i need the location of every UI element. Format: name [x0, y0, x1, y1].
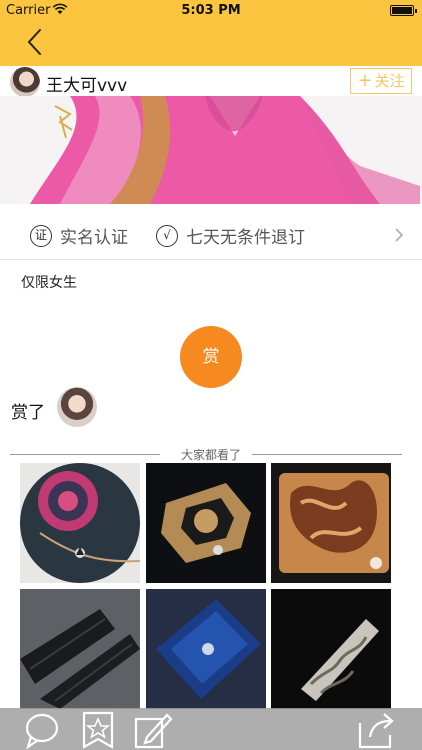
carved-leather-image [146, 463, 266, 583]
clock: 5:03 PM [181, 3, 241, 18]
product-thumb-3[interactable] [271, 463, 391, 583]
share-icon[interactable] [356, 711, 396, 749]
follow-button[interactable]: + 关注 [350, 68, 412, 94]
guarantee-row[interactable]: 证 实名认证 √ 七天无条件退订 [0, 210, 422, 260]
seller-row: 王大可vvv + 关注 [0, 66, 422, 97]
leather-wallet-image [271, 463, 391, 583]
nav-bar: Carrier 5:03 PM [0, 0, 422, 66]
follow-label: 关注 [374, 72, 405, 90]
check-icon: √ [156, 224, 178, 247]
bookmark-star-icon[interactable] [78, 711, 118, 749]
engraved-lighter-image [271, 589, 391, 709]
product-thumb-2[interactable] [146, 463, 266, 583]
return-policy-badge: √ 七天无条件退订 [156, 223, 305, 248]
status-bar: Carrier 5:03 PM [0, 0, 422, 22]
chevron-left-icon[interactable] [22, 27, 50, 57]
artwork-image[interactable] [0, 96, 422, 204]
seller-name[interactable]: 王大可vvv [46, 71, 127, 96]
description-text: 仅限女生 [21, 275, 77, 291]
comment-icon[interactable] [22, 711, 62, 749]
watch-strap-image [20, 589, 140, 709]
return-policy-label: 七天无条件退订 [186, 228, 305, 248]
rewarder-avatar[interactable] [57, 387, 97, 427]
phone-case-image [146, 589, 266, 709]
battery-icon [390, 5, 417, 16]
verified-icon: 证 [30, 224, 52, 247]
product-thumb-4[interactable] [20, 589, 140, 709]
recommend-title: 大家都看了 [180, 448, 241, 462]
verified-badge: 证 实名认证 [30, 223, 128, 248]
product-thumb-1[interactable] [20, 463, 140, 583]
avatar[interactable] [10, 67, 40, 97]
bottom-toolbar [0, 708, 422, 750]
product-thumb-6[interactable] [271, 589, 391, 709]
verified-label: 实名认证 [60, 228, 128, 248]
chevron-right-icon[interactable] [394, 228, 404, 242]
artwork-drawing [0, 96, 422, 204]
product-thumb-5[interactable] [146, 589, 266, 709]
reward-button[interactable]: 赏 [180, 326, 242, 388]
edit-icon[interactable] [133, 711, 173, 749]
rewarded-label: 赏了 [11, 403, 45, 423]
watch-ball-image [20, 463, 140, 583]
plus-icon: + [357, 70, 373, 91]
